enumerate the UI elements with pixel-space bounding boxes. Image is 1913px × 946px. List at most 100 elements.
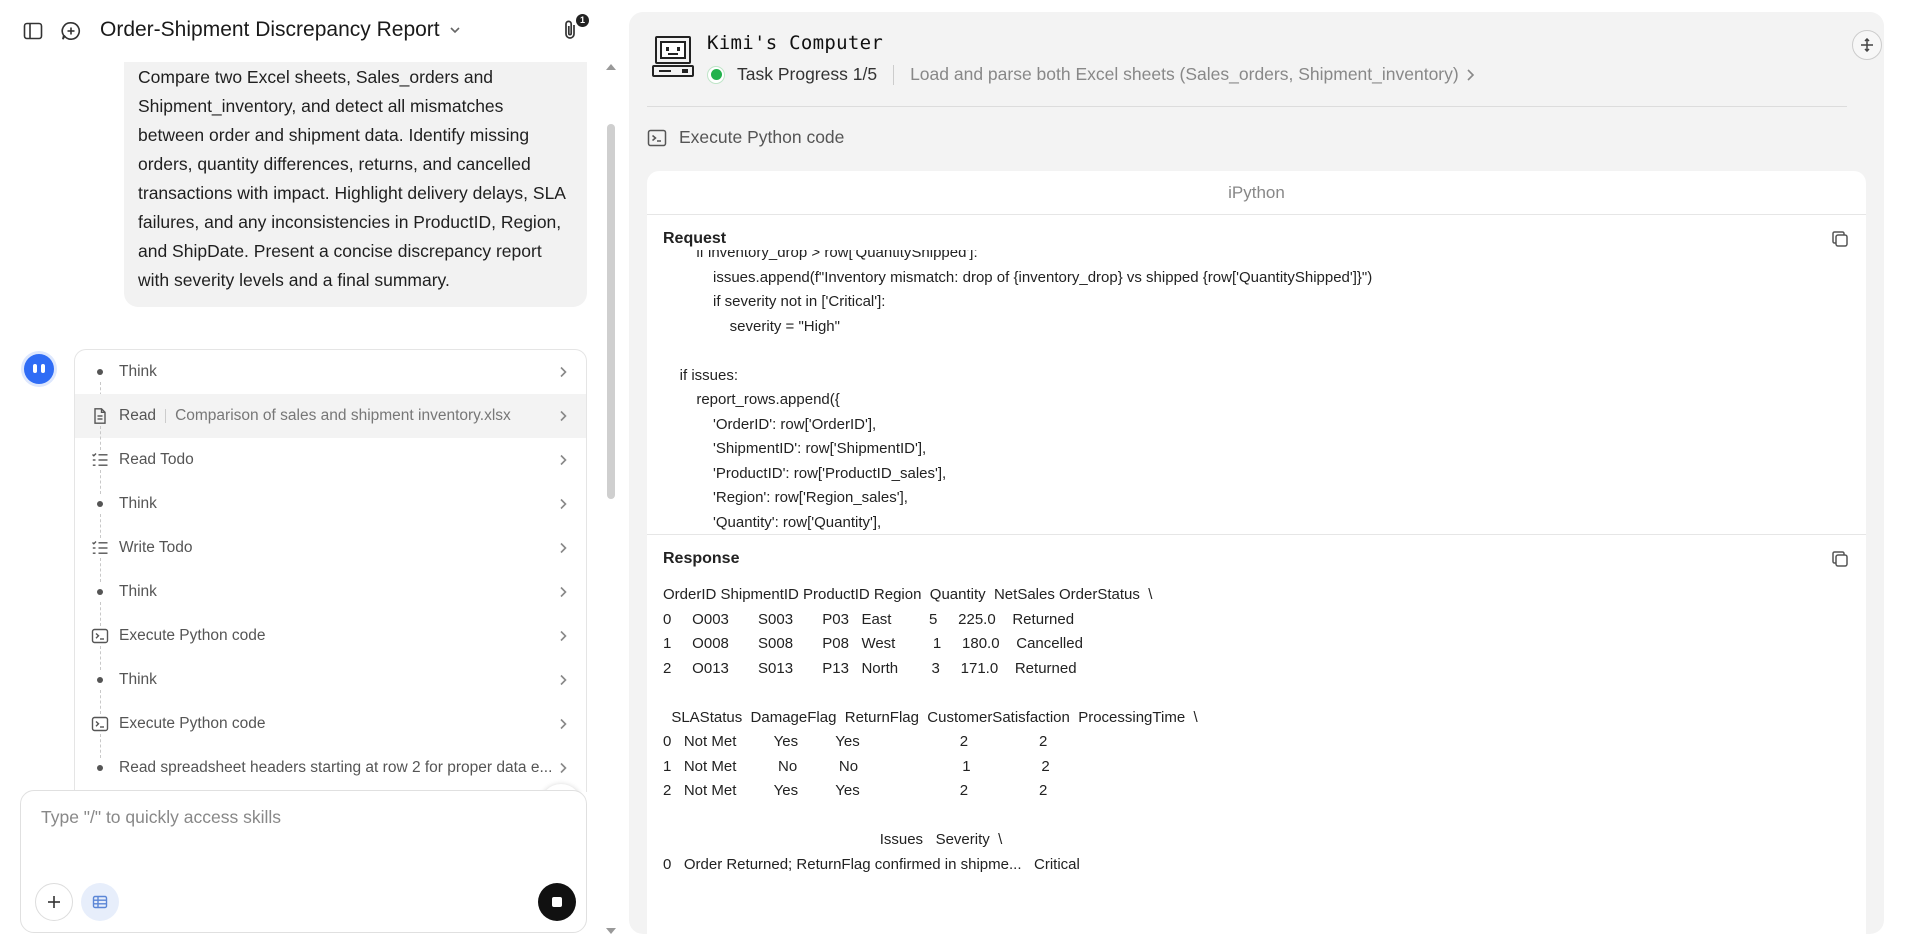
code-line: if severity not in ['Critical']: (663, 293, 886, 310)
ipython-panel: iPython Request if inventory_drop > row[… (647, 171, 1866, 934)
progress-status-icon (707, 65, 725, 84)
response-line: SLAStatus DamageFlag ReturnFlag Customer… (663, 708, 1198, 726)
step-label: Read Todo (119, 451, 194, 468)
request-code[interactable]: if inventory_drop > row['QuantityShipped… (663, 250, 1843, 535)
agent-step-item[interactable]: Think (75, 570, 586, 626)
chevron-right-icon (560, 718, 567, 730)
spreadsheet-skill-button[interactable] (81, 883, 119, 921)
expand-panel-button[interactable] (1852, 30, 1882, 60)
agent-step-item[interactable]: Read Comparison of sales and shipment inv… (75, 394, 586, 450)
request-section: Request if inventory_drop > row['Quantit… (647, 215, 1866, 535)
computer-title: Kimi's Computer (707, 32, 884, 54)
computer-panel: Kimi's Computer Task Progress 1/5 Load a… (629, 12, 1884, 934)
agent-step-item[interactable]: Execute Python code (75, 614, 586, 670)
copy-response-icon[interactable] (1830, 549, 1850, 569)
chevron-right-icon (560, 498, 567, 510)
chat-scroll-area[interactable]: Compare two Excel sheets, Sales_orders a… (0, 62, 610, 792)
checklist-icon (91, 451, 109, 469)
chevron-right-icon (560, 410, 567, 422)
step-detail: Comparison of sales and shipment invento… (175, 407, 511, 424)
agent-step-item[interactable]: Read spreadsheet headers starting at row… (75, 746, 586, 790)
stop-icon (552, 897, 562, 907)
agent-step-item[interactable]: Think (75, 658, 586, 714)
document-icon (91, 407, 109, 425)
divider (893, 64, 895, 85)
response-line: Issues Severity \ (663, 831, 1003, 848)
response-line (663, 804, 1198, 829)
response-line: OrderID ShipmentID ProductID Region Quan… (663, 586, 1153, 603)
chevron-right-icon (560, 454, 567, 466)
bullet-dot-icon (97, 765, 103, 771)
computer-icon (652, 36, 694, 77)
chevron-right-icon (1467, 68, 1474, 81)
scroll-up-arrow-icon[interactable] (606, 64, 616, 70)
agent-step-item[interactable]: Execute Python code (75, 702, 586, 758)
sidebar-toggle-icon[interactable] (22, 20, 44, 42)
response-line: 0 O003 S003 P03 East 5 225.0 Returned (663, 610, 1075, 628)
code-line: 'OrderID': row['OrderID'], (663, 415, 877, 433)
agent-step-item[interactable]: Read Todo (75, 438, 586, 494)
chevron-right-icon (560, 542, 567, 554)
ipython-panel-title: iPython (647, 171, 1866, 215)
agent-steps-list: Think Read Comparison of sales and shipmen… (74, 349, 587, 792)
add-attachment-button[interactable] (35, 883, 73, 921)
agent-step-item[interactable]: Think (75, 350, 586, 406)
message-composer[interactable]: Type "/" to quickly access skills (20, 790, 587, 933)
code-line: 'ShipmentID': row['ShipmentID'], (663, 440, 927, 457)
checklist-icon (91, 539, 109, 557)
conversation-title-text: Order-Shipment Discrepancy Report (100, 18, 440, 41)
divider (165, 409, 167, 423)
terminal-icon (91, 627, 109, 645)
chevron-right-icon (560, 762, 567, 774)
task-progress-label: Task Progress 1/5 (737, 64, 878, 84)
chat-scrollbar[interactable] (604, 62, 616, 942)
response-line: 2 O013 S013 P13 North 3 171.0 Returned (663, 659, 1077, 677)
agent-step-item[interactable]: Write Todo (75, 526, 586, 582)
table-icon (92, 895, 108, 909)
new-chat-icon[interactable] (60, 20, 82, 42)
tool-header: Execute Python code (647, 127, 844, 148)
plus-icon (48, 896, 60, 908)
current-step-text: Load and parse both Excel sheets (Sales_… (910, 64, 1459, 84)
response-output: OrderID ShipmentID ProductID Region Quan… (663, 583, 1198, 877)
conversation-title[interactable]: Order-Shipment Discrepancy Report (100, 18, 462, 42)
copy-request-icon[interactable] (1830, 229, 1850, 249)
scroll-down-arrow-icon[interactable] (606, 928, 616, 934)
divider (647, 106, 1847, 107)
code-line: 'Quantity': row['Quantity'], (663, 513, 882, 531)
current-step-link[interactable]: Load and parse both Excel sheets (Sales_… (910, 64, 1475, 85)
chat-header: Order-Shipment Discrepancy Report 1 (0, 0, 610, 62)
terminal-icon (91, 715, 109, 733)
step-label: Write Todo (119, 539, 193, 556)
tool-label: Execute Python code (679, 127, 845, 147)
assistant-avatar (24, 354, 54, 384)
step-label: Think (119, 671, 157, 688)
step-label: Think (119, 495, 157, 512)
composer-input[interactable]: Type "/" to quickly access skills (41, 807, 281, 828)
chevron-down-icon (450, 27, 460, 34)
step-label: Execute Python code (119, 715, 266, 732)
step-label: Think (119, 363, 157, 380)
code-line: 'Region': row['Region_sales'], (663, 489, 908, 506)
step-label: Read (119, 407, 157, 424)
expand-icon (1861, 38, 1873, 52)
code-line: report_rows.append({ (663, 391, 840, 408)
response-line (663, 681, 1198, 706)
code-line: if issues: (663, 366, 739, 384)
response-heading: Response (663, 550, 740, 567)
attachment-count-badge: 1 (576, 14, 589, 27)
scrollbar-thumb[interactable] (607, 124, 615, 499)
code-line: 'ProductID': row['ProductID_sales'], (663, 464, 947, 482)
response-line: 1 Not Met No No 1 2 (663, 757, 1050, 775)
response-line: 2 Not Met Yes Yes 2 2 (663, 782, 1048, 799)
bullet-dot-icon (97, 369, 103, 375)
response-line: 1 O008 S008 P08 West 1 180.0 Cancelled (663, 635, 1083, 652)
chat-panel: Order-Shipment Discrepancy Report 1 Comp… (0, 0, 616, 946)
step-label: Read spreadsheet headers starting at row… (119, 759, 553, 776)
chevron-right-icon (560, 674, 567, 686)
code-line: issues.append(f"Inventory mismatch: drop… (663, 268, 1373, 286)
chevron-right-icon (560, 586, 567, 598)
agent-step-item[interactable]: Think (75, 482, 586, 538)
stop-generation-button[interactable] (538, 883, 576, 921)
chevron-right-icon (560, 630, 567, 642)
